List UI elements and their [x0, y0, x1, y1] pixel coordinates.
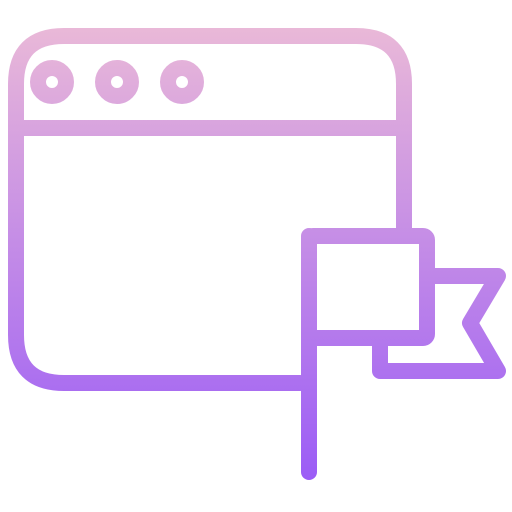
icon-canvas: [0, 0, 512, 512]
browser-window-flag-icon: [8, 28, 506, 480]
window-dot-icon-3: [160, 60, 204, 104]
window-dot-icon-1: [30, 60, 74, 104]
flag-front-panel: [301, 228, 435, 346]
window-dot-icon-2: [95, 60, 139, 104]
flag-back-ribbon: [372, 268, 506, 379]
